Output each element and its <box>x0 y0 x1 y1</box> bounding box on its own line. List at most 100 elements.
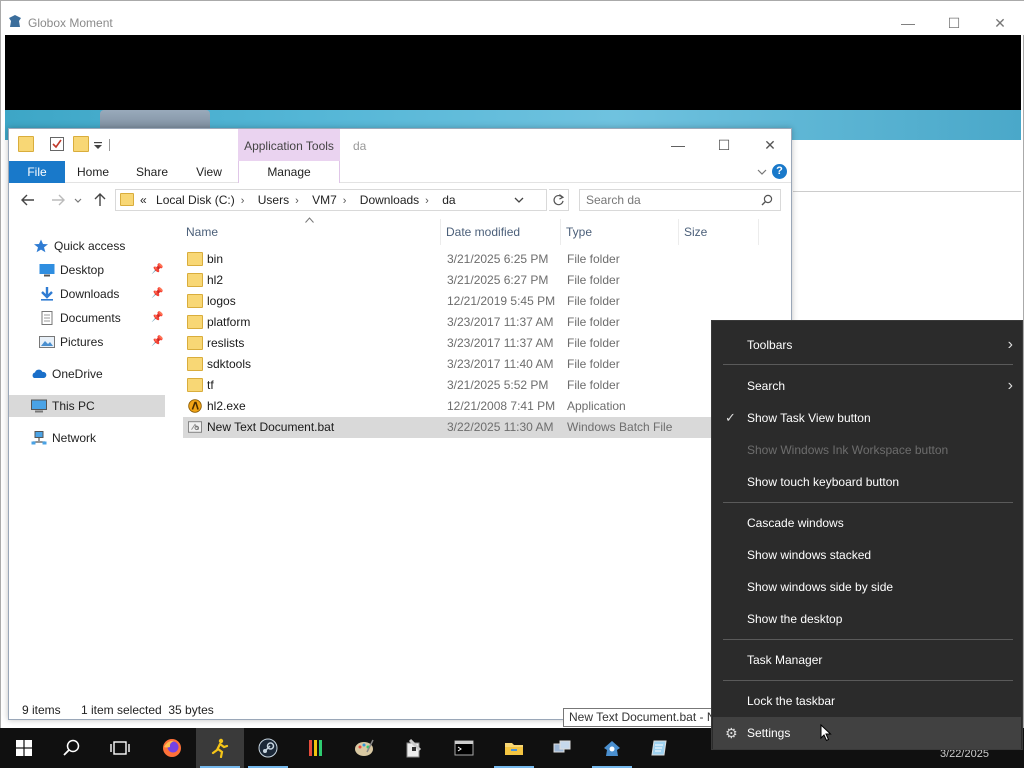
search-box[interactable] <box>579 189 781 211</box>
paint-taskbar-button[interactable] <box>340 728 388 768</box>
globox-minimize-button[interactable]: — <box>885 11 931 35</box>
new-folder-icon[interactable] <box>73 136 89 152</box>
breadcrumb-separator-icon[interactable]: › <box>241 195 245 207</box>
breadcrumb-local-disk[interactable]: Local Disk (C:) <box>156 193 235 207</box>
menu-item-show-desktop[interactable]: Show the desktop <box>713 603 1021 635</box>
tab-share[interactable]: Share <box>123 161 181 183</box>
breadcrumb-da[interactable]: da <box>442 193 455 207</box>
back-arrow-icon[interactable] <box>19 191 37 209</box>
firefox-taskbar-button[interactable] <box>148 728 196 768</box>
explorer-maximize-button[interactable]: ☐ <box>701 133 747 157</box>
art-app-taskbar-button[interactable] <box>292 728 340 768</box>
file-date: 3/21/2025 6:27 PM <box>447 273 549 287</box>
computers-icon <box>553 740 571 753</box>
nav-quick-access[interactable]: Quick access <box>33 235 125 257</box>
search-taskbar-button[interactable] <box>48 728 96 768</box>
menu-item-show-touch-keyboard[interactable]: Show touch keyboard button <box>713 466 1021 498</box>
tab-file[interactable]: File <box>9 161 65 183</box>
explorer-close-button[interactable]: ✕ <box>747 133 793 157</box>
breadcrumb-separator-icon[interactable]: › <box>425 195 429 207</box>
taskbar-tooltip: New Text Document.bat - N <box>563 708 723 727</box>
file-row[interactable]: bin 3/21/2025 6:25 PM File folder <box>183 249 713 270</box>
column-header-size[interactable]: Size <box>679 219 759 245</box>
menu-separator <box>723 680 1013 681</box>
steam-taskbar-button[interactable] <box>244 728 292 768</box>
terminal-taskbar-button[interactable] <box>440 728 488 768</box>
file-explorer-taskbar-button[interactable] <box>490 728 538 768</box>
file-row[interactable]: reslists 3/23/2017 11:37 AM File folder <box>183 333 713 354</box>
globox-taskbar-button[interactable] <box>588 728 636 768</box>
start-button[interactable] <box>0 728 48 768</box>
breadcrumb-separator-icon[interactable]: › <box>343 195 347 207</box>
forward-arrow-icon[interactable] <box>49 191 67 209</box>
explorer-minimize-button[interactable]: — <box>655 133 701 157</box>
pin-icon[interactable]: 📌 <box>151 331 163 353</box>
nav-documents[interactable]: Documents 📌 <box>39 307 169 329</box>
nav-network[interactable]: Network <box>31 427 96 449</box>
tab-view[interactable]: View <box>181 161 237 183</box>
file-row[interactable]: tf 3/21/2025 5:52 PM File folder <box>183 375 713 396</box>
file-row-selected[interactable]: New Text Document.bat 3/22/2025 11:30 AM… <box>183 417 713 438</box>
task-view-button[interactable] <box>96 728 144 768</box>
globox-maximize-button[interactable]: ☐ <box>931 11 977 35</box>
column-header-date[interactable]: Date modified <box>441 219 561 245</box>
menu-item-cascade-windows[interactable]: Cascade windows <box>713 507 1021 539</box>
search-input[interactable] <box>586 193 756 207</box>
properties-icon[interactable] <box>49 136 65 152</box>
globox-title-bar[interactable]: Globox Moment — ☐ ✕ <box>1 1 1024 35</box>
tab-home[interactable]: Home <box>65 161 121 183</box>
refresh-icon[interactable] <box>549 189 569 211</box>
menu-item-show-task-view[interactable]: ✓ Show Task View button <box>713 402 1021 434</box>
network-tool-taskbar-button[interactable] <box>538 728 586 768</box>
ribbon-expand-chevron-icon[interactable] <box>757 167 767 177</box>
menu-item-toolbars[interactable]: Toolbars › <box>713 329 1021 361</box>
up-arrow-icon[interactable] <box>91 191 109 209</box>
menu-item-task-manager[interactable]: Task Manager <box>713 644 1021 676</box>
nav-this-pc[interactable]: This PC <box>9 395 165 417</box>
notepad-taskbar-button[interactable] <box>636 728 684 768</box>
globox-close-button[interactable]: ✕ <box>977 11 1023 35</box>
globox-panel <box>793 140 1021 192</box>
explorer-title-bar[interactable]: Application Tools da — ☐ ✕ <box>9 129 791 161</box>
folder-icon <box>187 315 203 329</box>
menu-item-lock-taskbar[interactable]: Lock the taskbar <box>713 685 1021 717</box>
breadcrumb-overflow[interactable]: « <box>140 193 147 207</box>
menu-separator <box>723 639 1013 640</box>
nav-desktop[interactable]: Desktop 📌 <box>39 259 169 281</box>
file-row[interactable]: hl2.exe 12/21/2008 7:41 PM Application <box>183 396 713 417</box>
breadcrumb-vm7[interactable]: VM7 <box>312 193 337 207</box>
column-header-name[interactable]: Name <box>181 217 441 245</box>
nav-downloads[interactable]: Downloads 📌 <box>39 283 169 305</box>
menu-item-show-windows-side-by-side[interactable]: Show windows side by side <box>713 571 1021 603</box>
menu-item-show-ink-workspace: Show Windows Ink Workspace button <box>713 434 1021 466</box>
nav-documents-label: Documents <box>60 311 121 325</box>
file-row[interactable]: sdktools 3/23/2017 11:40 AM File folder <box>183 354 713 375</box>
aim-taskbar-button[interactable] <box>196 728 244 768</box>
pin-icon[interactable]: 📌 <box>151 283 163 305</box>
file-type: File folder <box>567 357 620 371</box>
column-header-type[interactable]: Type <box>561 219 679 245</box>
menu-item-show-windows-stacked[interactable]: Show windows stacked <box>713 539 1021 571</box>
help-icon[interactable]: ? <box>772 164 787 179</box>
qat-dropdown-icon[interactable] <box>93 136 103 152</box>
pin-icon[interactable]: 📌 <box>151 259 163 281</box>
nav-onedrive[interactable]: OneDrive <box>31 363 103 385</box>
tool-taskbar-button[interactable] <box>390 728 438 768</box>
file-name: hl2.exe <box>207 399 246 413</box>
breadcrumb-downloads[interactable]: Downloads <box>360 193 419 207</box>
breadcrumb-users[interactable]: Users <box>258 193 289 207</box>
file-row[interactable]: hl2 3/21/2025 6:27 PM File folder <box>183 270 713 291</box>
address-bar[interactable]: « Local Disk (C:) › Users › VM7 › Downloads… <box>115 189 547 211</box>
pin-icon[interactable]: 📌 <box>151 307 163 329</box>
menu-item-settings[interactable]: ⚙ Settings <box>713 717 1021 749</box>
search-icon[interactable] <box>761 194 773 206</box>
nav-pictures[interactable]: Pictures 📌 <box>39 331 169 353</box>
recent-locations-chevron-icon[interactable] <box>73 191 83 209</box>
tab-manage[interactable]: Manage <box>238 161 340 183</box>
menu-item-search[interactable]: Search › <box>713 370 1021 402</box>
address-dropdown-icon[interactable] <box>514 193 524 207</box>
file-row[interactable]: logos 12/21/2019 5:45 PM File folder <box>183 291 713 312</box>
breadcrumb-separator-icon[interactable]: › <box>295 195 299 207</box>
file-row[interactable]: platform 3/23/2017 11:37 AM File folder <box>183 312 713 333</box>
file-date: 12/21/2008 7:41 PM <box>447 399 556 413</box>
